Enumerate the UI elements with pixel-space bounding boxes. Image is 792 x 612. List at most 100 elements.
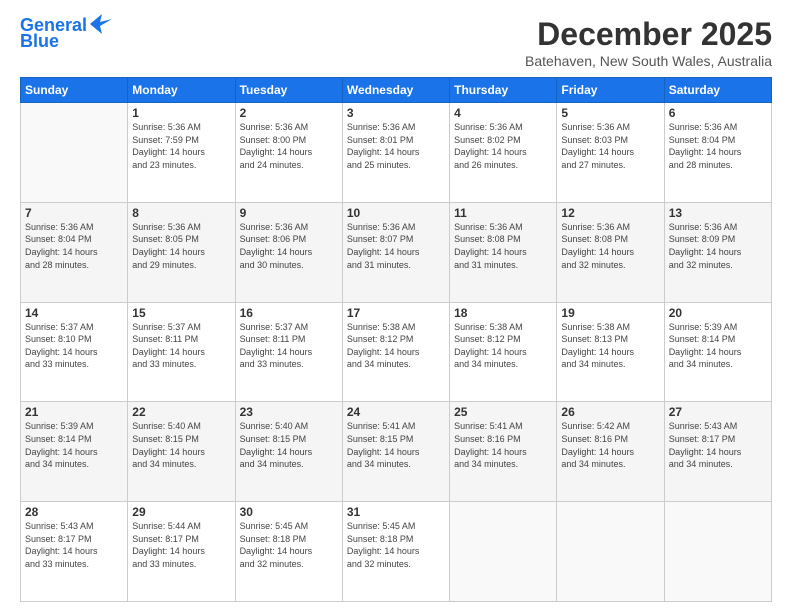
calendar-day-cell: 9Sunrise: 5:36 AMSunset: 8:06 PMDaylight… xyxy=(235,202,342,302)
day-number: 16 xyxy=(240,306,338,320)
weekday-header-saturday: Saturday xyxy=(664,78,771,103)
calendar-day-cell: 26Sunrise: 5:42 AMSunset: 8:16 PMDayligh… xyxy=(557,402,664,502)
day-number: 2 xyxy=(240,106,338,120)
day-number: 8 xyxy=(132,206,230,220)
day-info: Sunrise: 5:36 AMSunset: 8:00 PMDaylight:… xyxy=(240,121,338,171)
day-number: 27 xyxy=(669,405,767,419)
day-info: Sunrise: 5:44 AMSunset: 8:17 PMDaylight:… xyxy=(132,520,230,570)
calendar-day-cell: 30Sunrise: 5:45 AMSunset: 8:18 PMDayligh… xyxy=(235,502,342,602)
calendar-day-cell: 25Sunrise: 5:41 AMSunset: 8:16 PMDayligh… xyxy=(450,402,557,502)
month-title: December 2025 xyxy=(525,16,772,53)
day-info: Sunrise: 5:43 AMSunset: 8:17 PMDaylight:… xyxy=(25,520,123,570)
day-info: Sunrise: 5:37 AMSunset: 8:11 PMDaylight:… xyxy=(240,321,338,371)
day-number: 15 xyxy=(132,306,230,320)
calendar-day-cell: 3Sunrise: 5:36 AMSunset: 8:01 PMDaylight… xyxy=(342,103,449,203)
weekday-header-monday: Monday xyxy=(128,78,235,103)
logo-icon xyxy=(90,14,112,34)
calendar-day-cell: 27Sunrise: 5:43 AMSunset: 8:17 PMDayligh… xyxy=(664,402,771,502)
day-number: 31 xyxy=(347,505,445,519)
calendar-week-row: 14Sunrise: 5:37 AMSunset: 8:10 PMDayligh… xyxy=(21,302,772,402)
calendar-week-row: 7Sunrise: 5:36 AMSunset: 8:04 PMDaylight… xyxy=(21,202,772,302)
day-number: 11 xyxy=(454,206,552,220)
calendar-day-cell: 23Sunrise: 5:40 AMSunset: 8:15 PMDayligh… xyxy=(235,402,342,502)
calendar-week-row: 21Sunrise: 5:39 AMSunset: 8:14 PMDayligh… xyxy=(21,402,772,502)
weekday-header-sunday: Sunday xyxy=(21,78,128,103)
day-info: Sunrise: 5:42 AMSunset: 8:16 PMDaylight:… xyxy=(561,420,659,470)
calendar-day-cell: 7Sunrise: 5:36 AMSunset: 8:04 PMDaylight… xyxy=(21,202,128,302)
calendar-day-cell: 31Sunrise: 5:45 AMSunset: 8:18 PMDayligh… xyxy=(342,502,449,602)
day-number: 9 xyxy=(240,206,338,220)
day-info: Sunrise: 5:36 AMSunset: 8:07 PMDaylight:… xyxy=(347,221,445,271)
calendar-day-cell: 28Sunrise: 5:43 AMSunset: 8:17 PMDayligh… xyxy=(21,502,128,602)
calendar-day-cell: 18Sunrise: 5:38 AMSunset: 8:12 PMDayligh… xyxy=(450,302,557,402)
day-number: 23 xyxy=(240,405,338,419)
calendar-day-cell: 20Sunrise: 5:39 AMSunset: 8:14 PMDayligh… xyxy=(664,302,771,402)
calendar-day-cell: 21Sunrise: 5:39 AMSunset: 8:14 PMDayligh… xyxy=(21,402,128,502)
day-info: Sunrise: 5:36 AMSunset: 8:04 PMDaylight:… xyxy=(25,221,123,271)
day-info: Sunrise: 5:39 AMSunset: 8:14 PMDaylight:… xyxy=(25,420,123,470)
day-number: 18 xyxy=(454,306,552,320)
logo: General Blue xyxy=(20,16,112,52)
day-info: Sunrise: 5:38 AMSunset: 8:12 PMDaylight:… xyxy=(347,321,445,371)
day-info: Sunrise: 5:41 AMSunset: 8:16 PMDaylight:… xyxy=(454,420,552,470)
calendar-day-cell xyxy=(21,103,128,203)
day-number: 14 xyxy=(25,306,123,320)
calendar-day-cell: 24Sunrise: 5:41 AMSunset: 8:15 PMDayligh… xyxy=(342,402,449,502)
calendar-day-cell: 11Sunrise: 5:36 AMSunset: 8:08 PMDayligh… xyxy=(450,202,557,302)
calendar-header-row: SundayMondayTuesdayWednesdayThursdayFrid… xyxy=(21,78,772,103)
weekday-header-friday: Friday xyxy=(557,78,664,103)
calendar-day-cell xyxy=(664,502,771,602)
day-info: Sunrise: 5:40 AMSunset: 8:15 PMDaylight:… xyxy=(240,420,338,470)
calendar-day-cell xyxy=(450,502,557,602)
calendar-day-cell: 12Sunrise: 5:36 AMSunset: 8:08 PMDayligh… xyxy=(557,202,664,302)
calendar-day-cell: 5Sunrise: 5:36 AMSunset: 8:03 PMDaylight… xyxy=(557,103,664,203)
day-number: 17 xyxy=(347,306,445,320)
calendar-day-cell: 10Sunrise: 5:36 AMSunset: 8:07 PMDayligh… xyxy=(342,202,449,302)
day-info: Sunrise: 5:36 AMSunset: 8:08 PMDaylight:… xyxy=(561,221,659,271)
day-info: Sunrise: 5:45 AMSunset: 8:18 PMDaylight:… xyxy=(347,520,445,570)
day-info: Sunrise: 5:36 AMSunset: 8:05 PMDaylight:… xyxy=(132,221,230,271)
day-info: Sunrise: 5:36 AMSunset: 8:08 PMDaylight:… xyxy=(454,221,552,271)
calendar-day-cell: 4Sunrise: 5:36 AMSunset: 8:02 PMDaylight… xyxy=(450,103,557,203)
day-info: Sunrise: 5:37 AMSunset: 8:10 PMDaylight:… xyxy=(25,321,123,371)
weekday-header-wednesday: Wednesday xyxy=(342,78,449,103)
day-number: 5 xyxy=(561,106,659,120)
day-number: 10 xyxy=(347,206,445,220)
calendar-week-row: 1Sunrise: 5:36 AMSunset: 7:59 PMDaylight… xyxy=(21,103,772,203)
day-number: 28 xyxy=(25,505,123,519)
day-info: Sunrise: 5:38 AMSunset: 8:12 PMDaylight:… xyxy=(454,321,552,371)
day-info: Sunrise: 5:36 AMSunset: 8:03 PMDaylight:… xyxy=(561,121,659,171)
day-number: 7 xyxy=(25,206,123,220)
day-number: 22 xyxy=(132,405,230,419)
day-info: Sunrise: 5:45 AMSunset: 8:18 PMDaylight:… xyxy=(240,520,338,570)
day-number: 13 xyxy=(669,206,767,220)
day-number: 12 xyxy=(561,206,659,220)
day-number: 1 xyxy=(132,106,230,120)
calendar-day-cell: 6Sunrise: 5:36 AMSunset: 8:04 PMDaylight… xyxy=(664,103,771,203)
calendar-day-cell: 1Sunrise: 5:36 AMSunset: 7:59 PMDaylight… xyxy=(128,103,235,203)
location-title: Batehaven, New South Wales, Australia xyxy=(525,53,772,69)
day-info: Sunrise: 5:36 AMSunset: 8:04 PMDaylight:… xyxy=(669,121,767,171)
calendar-day-cell: 19Sunrise: 5:38 AMSunset: 8:13 PMDayligh… xyxy=(557,302,664,402)
calendar-day-cell: 13Sunrise: 5:36 AMSunset: 8:09 PMDayligh… xyxy=(664,202,771,302)
header: General Blue December 2025 Batehaven, Ne… xyxy=(20,16,772,69)
day-number: 30 xyxy=(240,505,338,519)
calendar-day-cell: 16Sunrise: 5:37 AMSunset: 8:11 PMDayligh… xyxy=(235,302,342,402)
weekday-header-tuesday: Tuesday xyxy=(235,78,342,103)
weekday-header-thursday: Thursday xyxy=(450,78,557,103)
day-info: Sunrise: 5:40 AMSunset: 8:15 PMDaylight:… xyxy=(132,420,230,470)
calendar-day-cell: 17Sunrise: 5:38 AMSunset: 8:12 PMDayligh… xyxy=(342,302,449,402)
calendar-day-cell: 2Sunrise: 5:36 AMSunset: 8:00 PMDaylight… xyxy=(235,103,342,203)
day-number: 4 xyxy=(454,106,552,120)
day-number: 20 xyxy=(669,306,767,320)
page: General Blue December 2025 Batehaven, Ne… xyxy=(0,0,792,612)
day-info: Sunrise: 5:36 AMSunset: 8:06 PMDaylight:… xyxy=(240,221,338,271)
calendar-day-cell: 15Sunrise: 5:37 AMSunset: 8:11 PMDayligh… xyxy=(128,302,235,402)
day-info: Sunrise: 5:36 AMSunset: 7:59 PMDaylight:… xyxy=(132,121,230,171)
day-info: Sunrise: 5:36 AMSunset: 8:01 PMDaylight:… xyxy=(347,121,445,171)
calendar-day-cell xyxy=(557,502,664,602)
day-info: Sunrise: 5:39 AMSunset: 8:14 PMDaylight:… xyxy=(669,321,767,371)
logo-text-blue: Blue xyxy=(20,32,59,52)
day-number: 24 xyxy=(347,405,445,419)
day-info: Sunrise: 5:41 AMSunset: 8:15 PMDaylight:… xyxy=(347,420,445,470)
